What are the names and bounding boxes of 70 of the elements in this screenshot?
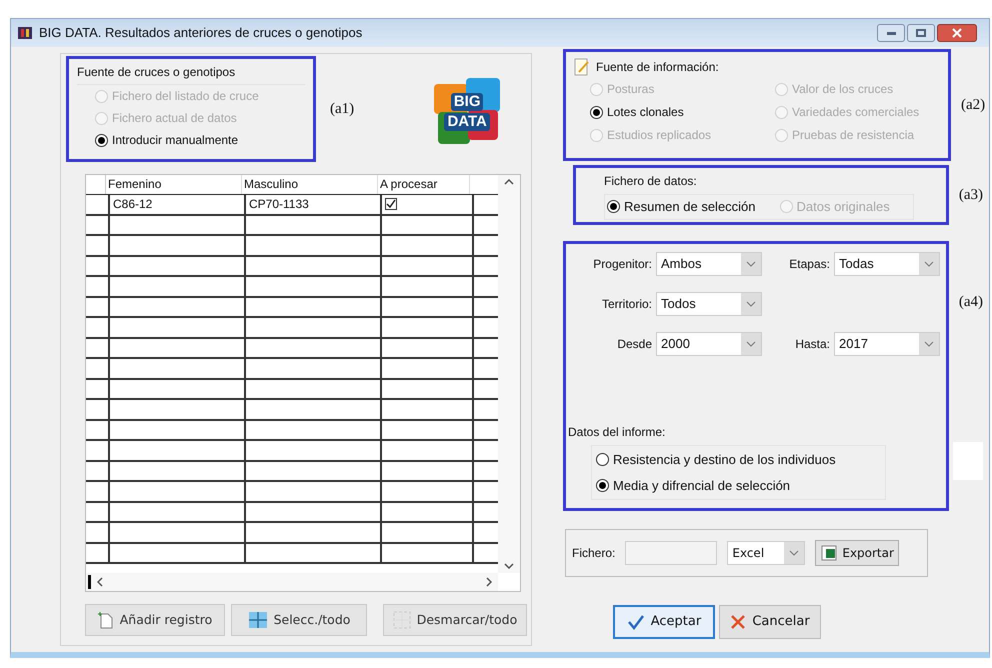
spreadsheet-icon (820, 545, 838, 561)
window-title: BIG DATA. Resultados anteriores de cruces o genotipos (39, 24, 362, 42)
column-header: Masculino (242, 175, 378, 194)
caret-icon (924, 261, 934, 267)
radio-button[interactable] (95, 134, 108, 146)
dropdown[interactable]: 2017 (834, 332, 940, 356)
caret-icon (924, 341, 934, 347)
annotation-label: (a4) (958, 293, 983, 312)
maximize-button[interactable] (907, 24, 935, 42)
dropdown[interactable]: Todos (656, 292, 762, 316)
field-label: Progenitor: (592, 256, 653, 273)
button[interactable]: Aceptar (613, 605, 715, 639)
field-label: Hasta: (794, 336, 831, 353)
group-title: Fuente de información: (596, 59, 719, 76)
export-button[interactable]: Exportar (815, 540, 899, 566)
radio-option[interactable]: Media y difrencial de selección (596, 476, 881, 495)
logo-text: BIG (450, 93, 484, 111)
annotation-label: (a1) (330, 100, 354, 118)
radio-button[interactable] (590, 106, 603, 118)
radio-option[interactable]: Resistencia y destino de los individuos (596, 450, 881, 470)
caret-icon (789, 550, 800, 556)
scroll-up-icon[interactable] (504, 179, 514, 185)
grid-icon (392, 611, 411, 629)
caret-icon (746, 261, 756, 267)
group-title: Fuente de cruces o genotipos (77, 64, 236, 81)
column-header: Femenino (106, 175, 242, 194)
radio-option[interactable]: Resumen de selección (607, 197, 756, 216)
dropdown[interactable]: 2000 (656, 332, 762, 356)
scroll-left-icon[interactable] (97, 577, 103, 587)
annotation-label: (a3) (958, 186, 983, 205)
caret-icon (746, 341, 756, 347)
checkbox[interactable] (385, 198, 397, 210)
button[interactable]: Cancelar (719, 605, 821, 639)
field-label: Fichero: (572, 545, 616, 562)
scroll-down-icon[interactable] (504, 563, 514, 569)
horizontal-scrollbar[interactable] (86, 573, 498, 591)
field-label: Etapas: (788, 256, 831, 273)
group-title: Datos del informe: (568, 424, 666, 441)
group-title: Fichero de datos: (604, 173, 698, 190)
annotation-label: (a2) (961, 96, 986, 115)
dropdown[interactable]: Ambos (656, 252, 762, 276)
logo-text: DATA (444, 113, 490, 131)
column-header: A procesar (378, 175, 470, 194)
scroll-right-icon[interactable] (486, 577, 492, 587)
radio-button[interactable] (607, 200, 620, 214)
button[interactable]: Añadir registro (85, 604, 225, 636)
field-label: Territorio: (600, 296, 653, 313)
close-button[interactable] (937, 24, 977, 42)
dropdown[interactable]: Todas (834, 252, 940, 276)
radio-option[interactable]: Lotes clonales (590, 103, 775, 121)
minimize-button[interactable] (877, 24, 905, 42)
field-label: Desde (616, 336, 653, 353)
table-cell: C86-12 (113, 197, 152, 211)
notepad-icon (574, 58, 590, 76)
file-name-field[interactable] (625, 541, 718, 565)
grid-icon (248, 611, 268, 629)
close-icon (952, 28, 962, 38)
radio-button[interactable] (596, 478, 609, 492)
new-page-icon (98, 611, 114, 629)
format-dropdown[interactable]: Excel (727, 541, 806, 565)
cross-icon (730, 614, 746, 630)
vertical-scrollbar[interactable] (498, 175, 520, 573)
table-cell: CP70-1133 (249, 197, 309, 211)
caret-icon (746, 301, 756, 307)
radio-button[interactable] (596, 453, 609, 466)
app-icon (17, 26, 33, 40)
button[interactable]: Selecc./todo (231, 604, 367, 636)
radio-option[interactable]: Introducir manualmente (95, 131, 305, 149)
checkmark-icon (626, 614, 645, 630)
button[interactable]: Desmarcar/todo (383, 604, 527, 636)
